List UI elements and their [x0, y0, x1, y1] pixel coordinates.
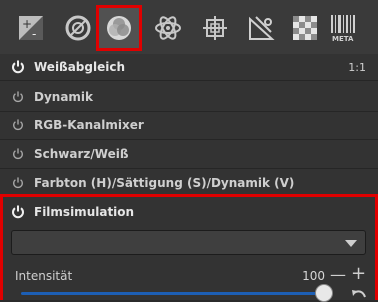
intensity-value[interactable]: 100	[285, 269, 325, 283]
increase-button[interactable]: +	[351, 265, 366, 283]
power-icon[interactable]	[10, 59, 26, 75]
color-icon	[107, 16, 131, 40]
advanced-tab[interactable]	[145, 5, 191, 51]
svg-text:+: +	[22, 17, 32, 31]
tool-black-white[interactable]: Schwarz/Weiß	[0, 141, 378, 167]
exposure-tab[interactable]: + -	[8, 5, 54, 51]
divider	[0, 80, 378, 81]
tool-white-balance[interactable]: Weißabgleich 1:1	[0, 54, 378, 80]
color-tab[interactable]	[96, 5, 142, 51]
tool-label: Schwarz/Weiß	[34, 147, 129, 161]
intensity-slider-track[interactable]	[21, 292, 321, 295]
detail-tab[interactable]	[55, 5, 101, 51]
tool-label: Filmsimulation	[34, 205, 135, 219]
tool-rgb-mixer[interactable]: RGB-Kanalmixer	[0, 112, 378, 138]
transform-tab[interactable]	[192, 5, 238, 51]
raw-tab[interactable]	[238, 5, 284, 51]
detail-icon	[65, 15, 91, 41]
checker-icon	[293, 16, 317, 40]
tool-label: Weißabgleich	[34, 60, 125, 74]
intensity-slider-thumb[interactable]	[315, 284, 333, 302]
power-icon[interactable]	[10, 204, 26, 220]
scale-label: 1:1	[348, 60, 366, 74]
divider	[0, 139, 378, 140]
film-simulation-section: Filmsimulation Intensität 100 — +	[0, 194, 378, 302]
tool-vibrance[interactable]: Dynamik	[0, 84, 378, 110]
power-icon[interactable]	[10, 175, 26, 191]
power-icon[interactable]	[10, 89, 26, 105]
tool-label: RGB-Kanalmixer	[34, 118, 144, 132]
divider	[0, 168, 378, 169]
raw-icon	[249, 16, 275, 40]
chevron-down-icon	[345, 240, 357, 247]
reset-icon[interactable]	[351, 287, 367, 299]
intensity-label: Intensität	[15, 269, 73, 283]
tool-label: Dynamik	[34, 90, 94, 104]
meta-tab-label: META	[332, 35, 354, 43]
exposure-icon: + -	[19, 16, 43, 41]
tool-tabs-bar: + - META	[0, 0, 378, 54]
decrease-button[interactable]: —	[330, 267, 346, 283]
meta-tab[interactable]: META	[320, 5, 366, 51]
atom-icon	[155, 16, 181, 40]
svg-text:-: -	[32, 27, 36, 41]
power-icon[interactable]	[10, 146, 26, 162]
tool-hsv[interactable]: Farbton (H)/Sättigung (S)/Dynamik (V)	[0, 170, 378, 196]
film-profile-dropdown[interactable]	[11, 230, 366, 255]
tool-film-simulation[interactable]: Filmsimulation	[0, 199, 378, 225]
transform-icon	[203, 16, 227, 40]
power-icon[interactable]	[10, 117, 26, 133]
tool-label: Farbton (H)/Sättigung (S)/Dynamik (V)	[34, 176, 295, 190]
